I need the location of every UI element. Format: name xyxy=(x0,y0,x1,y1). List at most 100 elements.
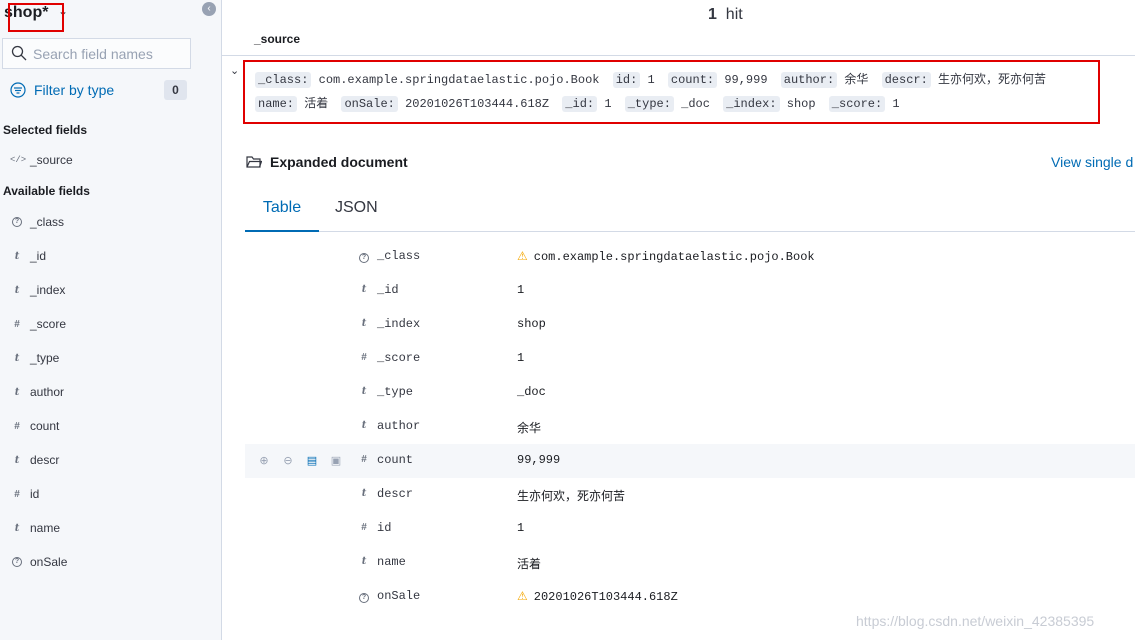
table-row: t _index shop xyxy=(245,308,1135,342)
field-value-cell: shop xyxy=(517,317,546,331)
field-value: 余华 xyxy=(517,422,542,436)
source-column-header[interactable]: _source xyxy=(254,32,300,46)
document-source-summary: _class: com.example.springdataelastic.po… xyxy=(243,60,1100,124)
selected-fields-title: Selected fields xyxy=(3,123,88,137)
summary-key: count: xyxy=(667,72,718,88)
field-item-type[interactable]: t _type xyxy=(10,348,60,368)
field-key: onSale xyxy=(377,589,421,603)
field-value-cell: ⚠ 20201026T103444.618Z xyxy=(517,589,678,604)
available-fields-title: Available fields xyxy=(3,184,90,198)
filter-exists-icon[interactable]: ▣ xyxy=(329,454,343,468)
string-type-icon: t xyxy=(14,352,20,364)
filter-by-type-button[interactable]: Filter by type xyxy=(10,80,114,100)
number-type-icon: # xyxy=(361,352,367,363)
field-key: count xyxy=(377,453,414,467)
field-value: 活着 xyxy=(517,558,542,572)
table-row: ? onSale ⚠ 20201026T103444.618Z xyxy=(245,580,1135,614)
field-value: shop xyxy=(517,317,546,331)
field-key: _class xyxy=(377,249,421,263)
table-row: t _id 1 xyxy=(245,274,1135,308)
field-value: _doc xyxy=(517,385,546,399)
field-item-name[interactable]: t name xyxy=(10,518,60,538)
field-item-onSale[interactable]: ? onSale xyxy=(10,552,67,572)
hit-count-label: hit xyxy=(725,6,743,23)
field-value: 20201026T103444.618Z xyxy=(533,590,678,604)
string-type-icon: t xyxy=(14,386,20,398)
number-type-icon: # xyxy=(14,318,20,330)
number-type-icon: # xyxy=(14,420,20,432)
field-item-class[interactable]: ? _class xyxy=(10,212,64,232)
table-row: ? _class ⚠ com.example.springdataelastic.po… xyxy=(245,240,1135,274)
string-type-icon: t xyxy=(361,556,367,567)
field-value: 1 xyxy=(517,521,525,535)
summary-value: 生亦何欢，死亦何苦 xyxy=(938,73,1047,87)
table-row: # id 1 xyxy=(245,512,1135,546)
document-view-tabs: Table JSON xyxy=(245,190,1135,232)
hit-count-number: 1 xyxy=(708,6,717,23)
warning-icon: ⚠ xyxy=(517,589,528,603)
field-key: _index xyxy=(377,317,421,331)
field-key: _id xyxy=(377,283,399,297)
search-field-names-input[interactable] xyxy=(33,46,183,62)
toggle-column-icon[interactable]: ▤ xyxy=(305,454,319,468)
collapse-sidebar-icon[interactable]: ‹ xyxy=(202,2,216,16)
field-item-score[interactable]: # _score xyxy=(10,314,66,334)
string-type-icon: t xyxy=(14,284,20,296)
folder-open-icon xyxy=(246,156,262,168)
field-key: name xyxy=(377,555,406,569)
string-type-icon: t xyxy=(361,386,367,397)
field-item-id[interactable]: t _id xyxy=(10,246,46,266)
field-name: onSale xyxy=(30,555,68,569)
field-item-source[interactable]: </> _source xyxy=(10,150,73,170)
tab-json[interactable]: JSON xyxy=(335,190,378,232)
summary-key: _type: xyxy=(624,96,674,112)
filter-for-value-icon[interactable]: ⊕ xyxy=(257,454,271,468)
expanded-document-title: Expanded document xyxy=(270,154,408,170)
field-name: _score xyxy=(30,317,67,331)
field-name: descr xyxy=(30,453,60,467)
summary-key: id: xyxy=(612,72,641,88)
code-icon: </> xyxy=(10,155,27,165)
number-type-icon: # xyxy=(14,488,20,500)
view-single-document-link[interactable]: View single d xyxy=(1051,154,1133,170)
row-actions: ⊕ ⊖ ▤ ▣ xyxy=(257,454,343,468)
summary-key: onSale: xyxy=(341,96,398,112)
tab-table[interactable]: Table xyxy=(245,190,319,232)
summary-key: _index: xyxy=(723,96,780,112)
unknown-type-icon: ? xyxy=(359,593,369,603)
summary-key: author: xyxy=(780,72,838,88)
field-value-cell: 99,999 xyxy=(517,453,560,467)
field-item-descr[interactable]: t descr xyxy=(10,450,60,470)
header-divider xyxy=(222,55,1135,56)
filter-icon xyxy=(10,82,26,98)
summary-value: 20201026T103444.618Z xyxy=(405,97,550,111)
summary-value: 活着 xyxy=(304,97,329,111)
field-value-cell: 活着 xyxy=(517,555,541,572)
summary-value: shop xyxy=(786,97,816,111)
summary-value: 1 xyxy=(892,97,900,111)
field-item-id[interactable]: # id xyxy=(10,484,39,504)
field-value-cell: _doc xyxy=(517,385,546,399)
field-value-cell: 余华 xyxy=(517,419,541,436)
field-item-author[interactable]: t author xyxy=(10,382,64,402)
field-value-cell: 1 xyxy=(517,521,524,535)
field-item-count[interactable]: # count xyxy=(10,416,59,436)
table-row: # _score 1 xyxy=(245,342,1135,376)
field-name: _class xyxy=(30,215,65,229)
filter-out-value-icon[interactable]: ⊖ xyxy=(281,454,295,468)
field-search-box[interactable] xyxy=(2,38,191,69)
summary-key: _score: xyxy=(828,96,886,112)
expanded-document-header: Expanded document xyxy=(246,154,408,170)
field-sidebar: shop* ⌄ ‹ Filter by type 0 Selected fiel… xyxy=(0,0,222,640)
field-name: _id xyxy=(30,249,47,263)
field-item-index[interactable]: t _index xyxy=(10,280,66,300)
row-collapse-icon[interactable]: ⌄ xyxy=(230,64,239,77)
field-value-cell: 1 xyxy=(517,351,524,365)
filter-by-type-label: Filter by type xyxy=(34,82,115,98)
field-value: com.example.springdataelastic.pojo.Book xyxy=(533,250,815,264)
field-value: 99,999 xyxy=(517,453,561,467)
table-row: t name 活着 xyxy=(245,546,1135,580)
unknown-type-icon: ? xyxy=(12,557,22,567)
string-type-icon: t xyxy=(14,522,20,534)
field-key: _score xyxy=(377,351,421,365)
